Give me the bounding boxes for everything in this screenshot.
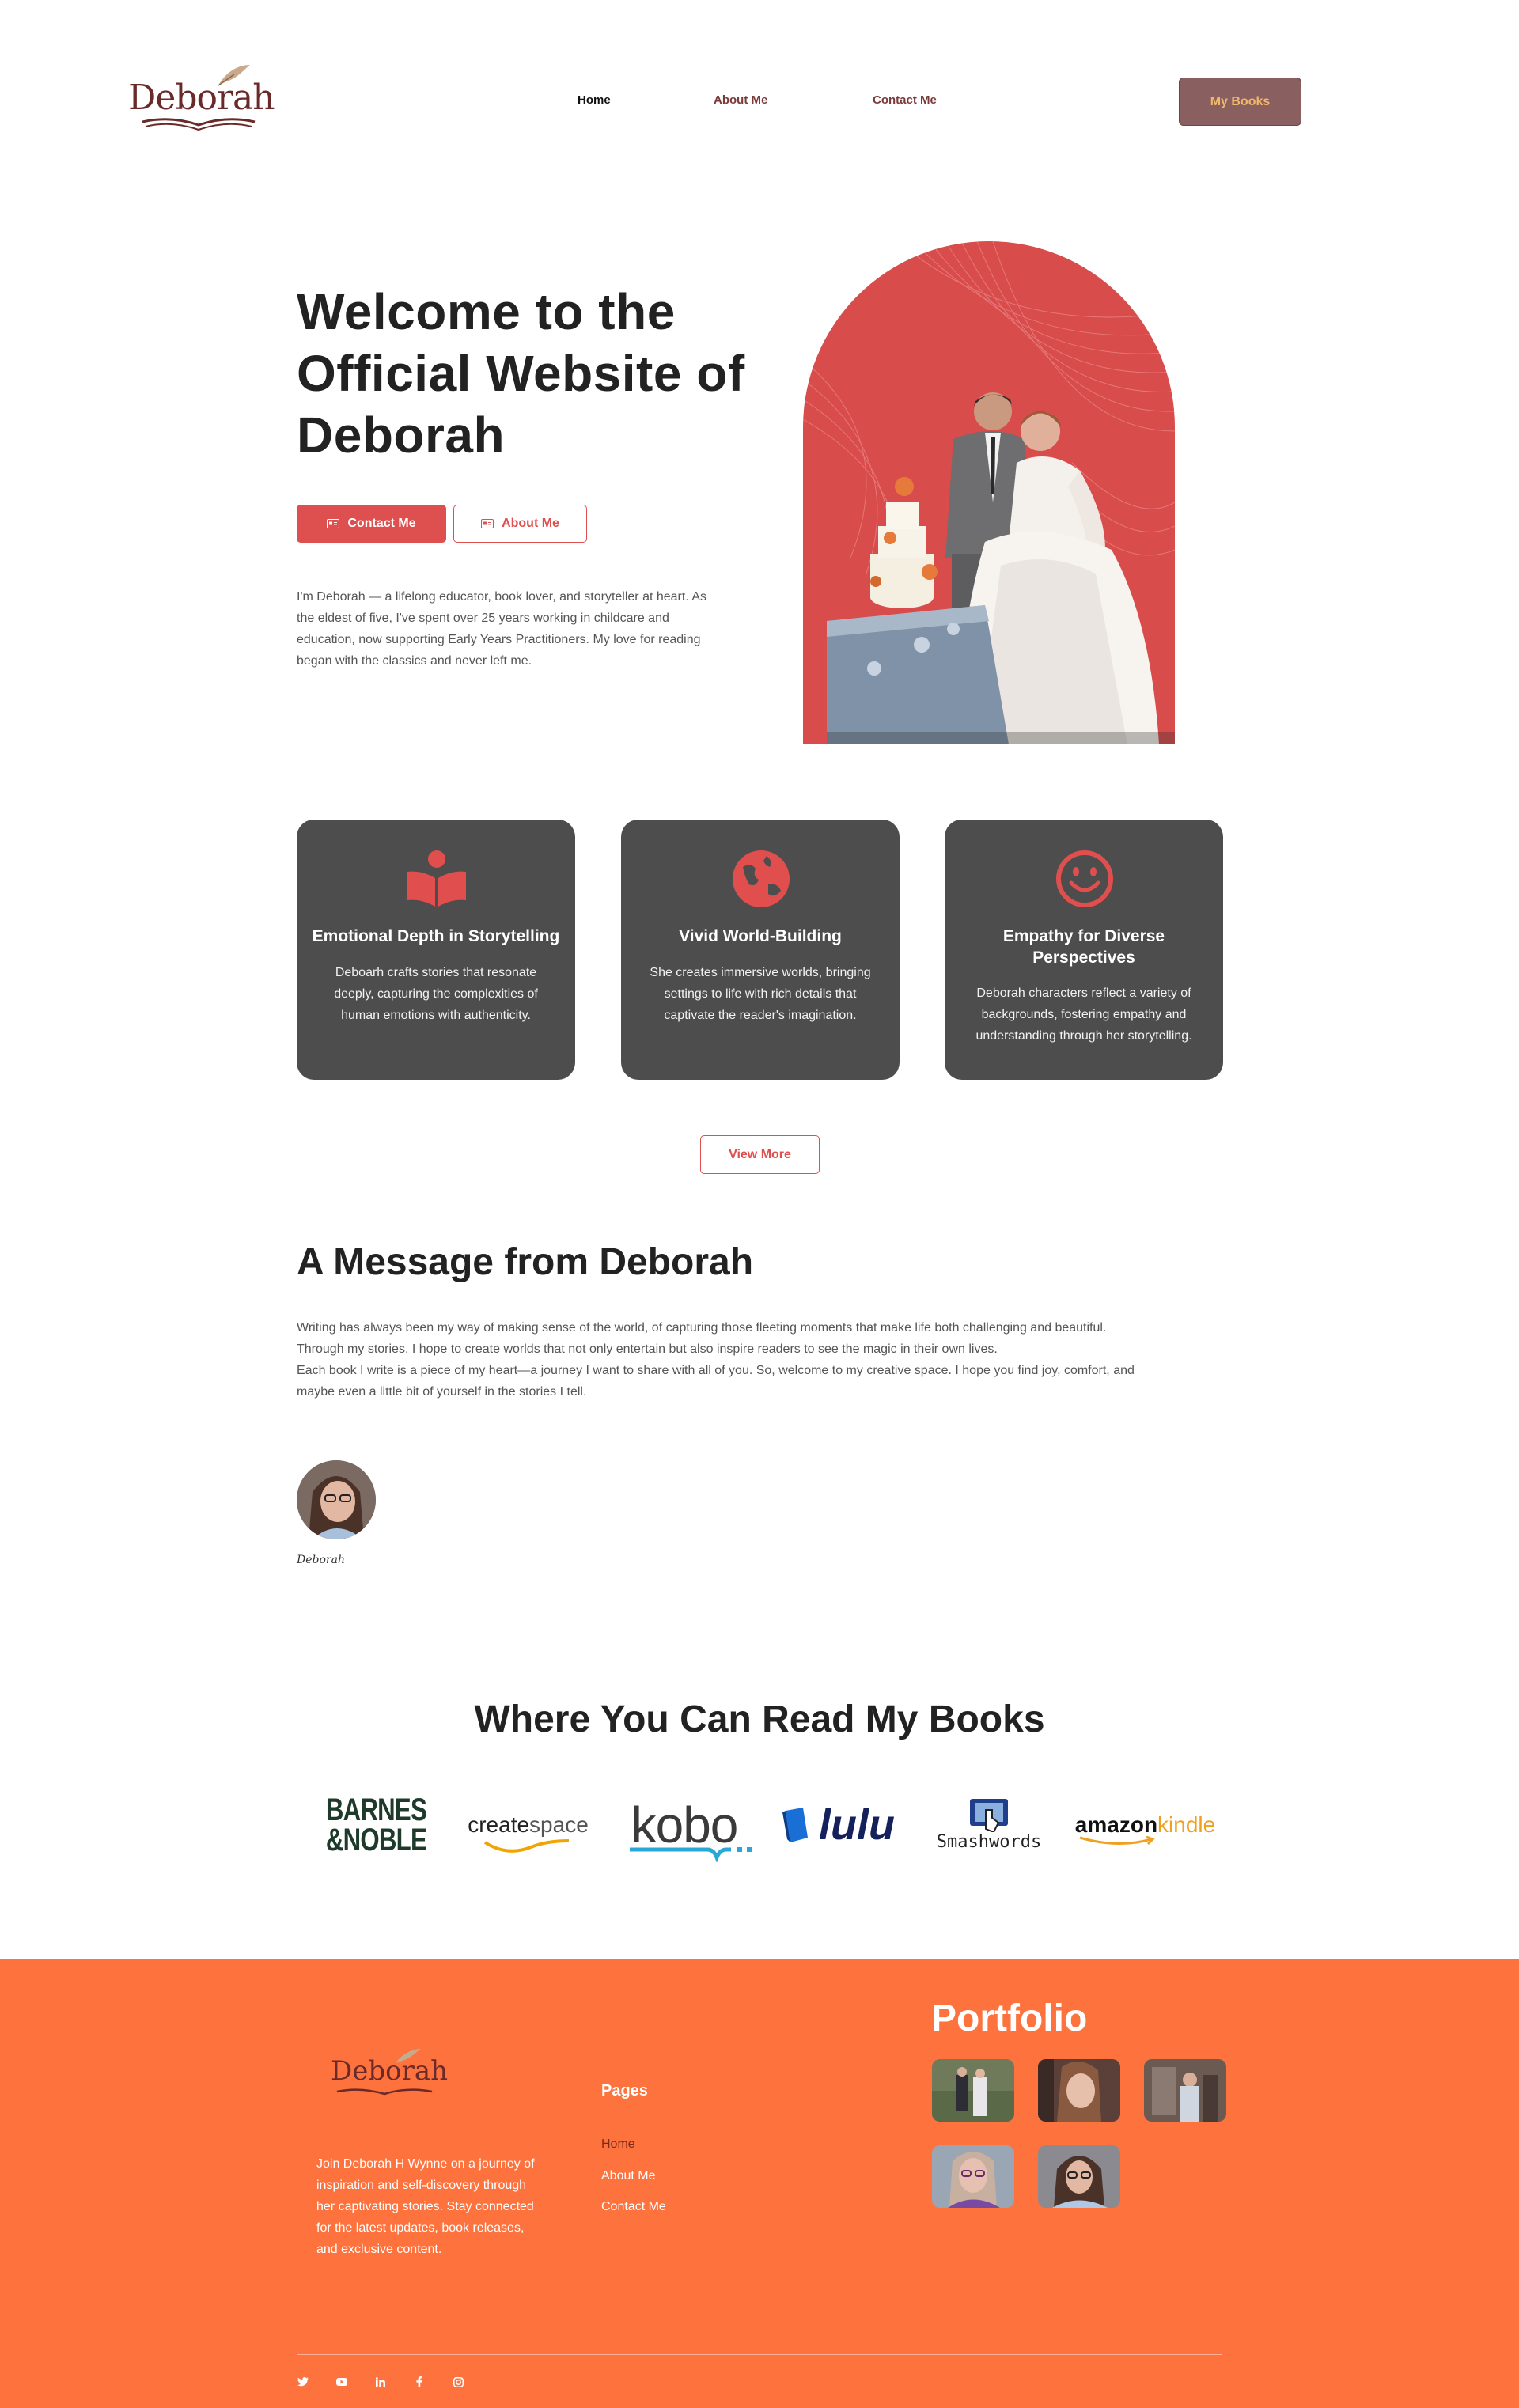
- createspace-text-b: space: [529, 1812, 589, 1837]
- reading-person-icon: [407, 850, 466, 907]
- createspace-swoosh-icon: [484, 1839, 570, 1853]
- footer-about-text: Join Deborah H Wynne on a journey of ins…: [316, 2157, 535, 2256]
- smashwords-hand-icon: [970, 1798, 1008, 1832]
- portfolio-thumb[interactable]: [932, 2145, 1014, 2208]
- hero-contact-button[interactable]: Contact Me: [297, 505, 446, 543]
- linkedin-icon[interactable]: [372, 2373, 389, 2391]
- portfolio-thumb[interactable]: [1038, 2145, 1120, 2208]
- barnes-text: BARNES: [325, 1793, 426, 1827]
- portfolio-image: [932, 2059, 1014, 2122]
- message-paragraph: Each book I write is a piece of my heart…: [297, 1364, 1135, 1399]
- hero-title: Welcome to the Official Website of Debor…: [297, 283, 745, 464]
- portfolio-image: [932, 2145, 1014, 2208]
- amazon-text: amazon: [1074, 1812, 1158, 1837]
- open-book-icon: [142, 118, 256, 131]
- feature-title: Emotional Depth in Storytelling: [312, 927, 560, 945]
- footer-link-contact[interactable]: Contact Me: [601, 2200, 666, 2214]
- portfolio-thumb[interactable]: [932, 2059, 1014, 2122]
- feature-text: Deboarh crafts stories that resonate dee…: [334, 966, 538, 1022]
- site-logo[interactable]: Deborah: [128, 63, 275, 136]
- feature-text: Deborah characters reflect a variety of …: [975, 986, 1192, 1043]
- portfolio-title: Portfolio: [931, 1997, 1088, 2039]
- message-body: Writing has always been my way of making…: [297, 1317, 1151, 1403]
- smiley-icon: [1056, 850, 1113, 907]
- stores-title: Where You Can Read My Books: [474, 1698, 1045, 1740]
- amazon-smile-icon: [1079, 1836, 1155, 1846]
- hero-about-button[interactable]: About Me: [453, 505, 587, 543]
- twitter-icon[interactable]: [294, 2373, 312, 2391]
- open-book-icon: [336, 2088, 433, 2096]
- lulu-text: lulu: [819, 1801, 895, 1849]
- smashwords-text: Smashwords: [936, 1831, 1042, 1852]
- site-footer: Deborah Join Deborah H Wynne on a journe…: [0, 1959, 1519, 2408]
- store-amazon-kindle[interactable]: amazonkindle: [1074, 1789, 1216, 1861]
- id-card-icon: [327, 519, 340, 528]
- noble-text: &NOBLE: [325, 1823, 426, 1857]
- id-card-icon: [481, 519, 494, 528]
- feature-card-empathy: Empathy for Diverse Perspectives Deborah…: [945, 820, 1223, 1080]
- portfolio-thumb[interactable]: [1144, 2059, 1226, 2122]
- feature-title: Empathy for Diverse Perspectives: [1002, 927, 1165, 967]
- portfolio-image: [1038, 2059, 1120, 2122]
- hero-contact-label: Contact Me: [347, 517, 416, 530]
- feature-card-world-building: Vivid World-Building She creates immersi…: [621, 820, 900, 1080]
- footer-logo[interactable]: Deborah: [331, 2046, 448, 2101]
- author-avatar: [297, 1460, 376, 1539]
- feature-title: Vivid World-Building: [679, 927, 842, 945]
- feature-text: She creates immersive worlds, bringing s…: [650, 966, 871, 1022]
- hero-about-label: About Me: [502, 517, 559, 530]
- feature-card-storytelling: Emotional Depth in Storytelling Deboarh …: [297, 820, 575, 1080]
- message-paragraph: Writing has always been my way of making…: [297, 1321, 1107, 1356]
- lulu-book-icon: [782, 1808, 808, 1842]
- portfolio-thumb[interactable]: [1038, 2059, 1120, 2122]
- hero-intro-text: I'm Deborah — a lifelong educator, book …: [297, 590, 707, 668]
- store-barnes-noble[interactable]: BARNES &NOBLE: [316, 1789, 435, 1861]
- signature: Deborah: [297, 1554, 345, 1566]
- logo-text: Deborah: [128, 78, 275, 118]
- top-nav: Deborah Home About Me Contact Me My Book…: [0, 0, 1519, 206]
- globe-icon: [733, 850, 790, 907]
- wedding-photo: [827, 392, 1175, 744]
- store-createspace[interactable]: createspace: [463, 1789, 593, 1861]
- hero-photo-arch: [803, 241, 1175, 744]
- nav-link-contact[interactable]: Contact Me: [873, 93, 937, 107]
- footer-logo-text: Deborah: [331, 2055, 449, 2087]
- view-more-button[interactable]: View More: [700, 1135, 820, 1174]
- my-books-button[interactable]: My Books: [1179, 78, 1301, 126]
- store-smashwords[interactable]: Smashwords: [926, 1789, 1052, 1861]
- createspace-text-a: create: [468, 1812, 530, 1837]
- instagram-icon[interactable]: [449, 2373, 467, 2391]
- message-title: A Message from Deborah: [297, 1241, 754, 1283]
- store-kobo[interactable]: kobo: [617, 1789, 752, 1863]
- author-portrait: [297, 1460, 376, 1539]
- facebook-icon[interactable]: [411, 2373, 428, 2391]
- footer-divider: [297, 2354, 1222, 2355]
- footer-pages-title: Pages: [601, 2082, 648, 2099]
- kobo-underline-icon: [629, 1847, 752, 1863]
- nav-link-about[interactable]: About Me: [714, 93, 767, 107]
- kobo-text: kobo: [631, 1797, 739, 1853]
- store-lulu[interactable]: lulu: [771, 1789, 906, 1861]
- portfolio-image: [1038, 2145, 1120, 2208]
- kindle-text: kindle: [1157, 1812, 1216, 1837]
- footer-link-about[interactable]: About Me: [601, 2169, 655, 2183]
- nav-link-home[interactable]: Home: [578, 93, 611, 107]
- footer-link-home[interactable]: Home: [601, 2137, 635, 2152]
- youtube-icon[interactable]: [333, 2373, 350, 2391]
- portfolio-image: [1144, 2059, 1226, 2122]
